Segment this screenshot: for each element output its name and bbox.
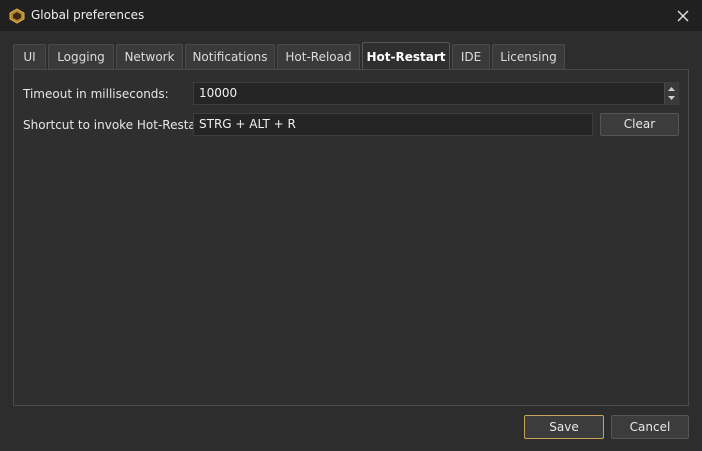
shortcut-input[interactable]: STRG + ALT + R — [193, 113, 593, 136]
title-bar[interactable]: Global preferences — [0, 0, 702, 31]
app-icon — [9, 8, 25, 24]
timeout-spinbox[interactable]: 10000 — [193, 82, 679, 105]
shortcut-value: STRG + ALT + R — [199, 117, 296, 131]
tab-logging[interactable]: Logging — [48, 44, 114, 69]
window-title: Global preferences — [31, 8, 145, 22]
tab-notifications[interactable]: Notifications — [185, 44, 275, 69]
timeout-label: Timeout in milliseconds: — [23, 87, 169, 101]
tab-licensing[interactable]: Licensing — [492, 44, 565, 69]
tab-ui[interactable]: UI — [13, 44, 46, 69]
tab-ide[interactable]: IDE — [452, 44, 490, 69]
tab-hot-reload[interactable]: Hot-Reload — [277, 44, 360, 69]
cancel-button[interactable]: Cancel — [611, 415, 689, 439]
spin-down-icon — [668, 96, 675, 100]
preferences-window: Global preferences UI Logging Network No… — [0, 0, 702, 451]
timeout-value: 10000 — [199, 86, 238, 100]
spin-up-icon — [668, 87, 675, 91]
save-button[interactable]: Save — [524, 415, 604, 439]
close-icon[interactable] — [672, 5, 694, 27]
tab-network[interactable]: Network — [116, 44, 183, 69]
hot-restart-panel: Timeout in milliseconds: 10000 Shortcut … — [13, 69, 689, 406]
spin-buttons[interactable] — [664, 83, 678, 104]
clear-button[interactable]: Clear — [600, 113, 679, 136]
shortcut-label: Shortcut to invoke Hot-Restart: — [23, 118, 210, 132]
tab-hot-restart[interactable]: Hot-Restart — [362, 42, 450, 69]
